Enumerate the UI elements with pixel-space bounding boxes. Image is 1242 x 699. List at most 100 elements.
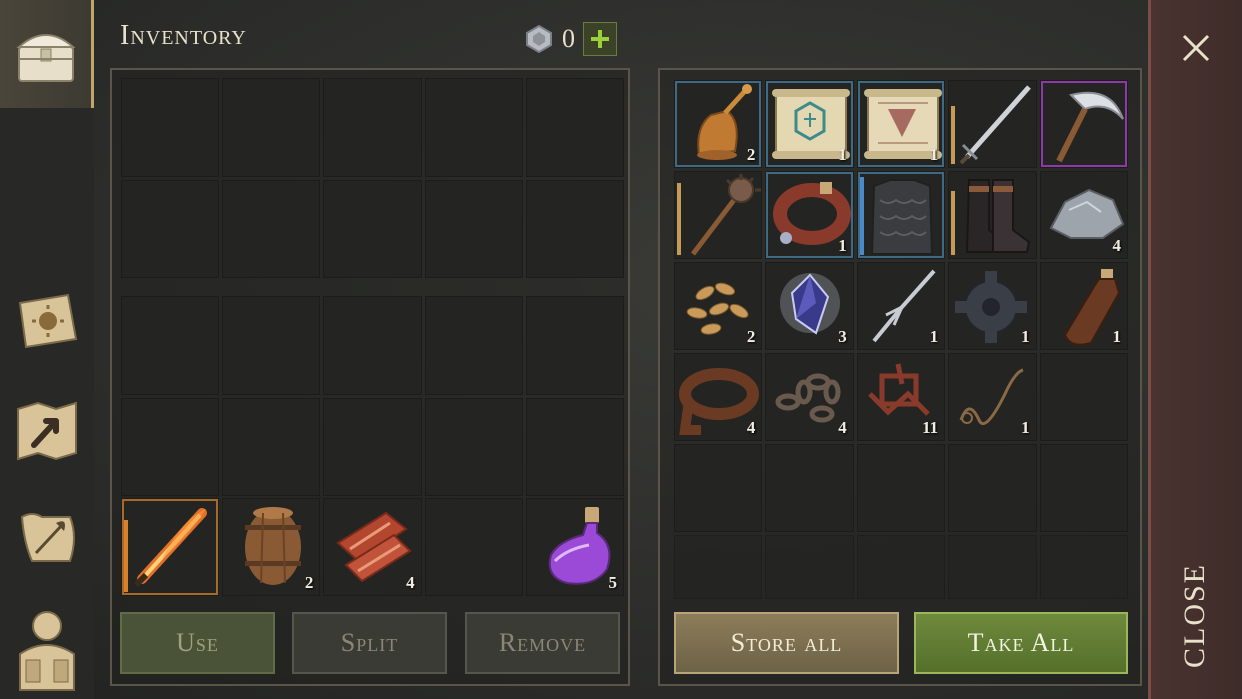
storage-slot[interactable] xyxy=(856,444,946,532)
inventory-slot[interactable] xyxy=(222,179,321,278)
inventory-slot[interactable] xyxy=(424,397,523,496)
storage-slot[interactable] xyxy=(765,444,854,532)
storage-slot[interactable] xyxy=(948,535,1037,599)
store-all-button[interactable]: Store all xyxy=(674,612,899,674)
storage-slot[interactable] xyxy=(765,535,854,599)
hotbar-slot[interactable] xyxy=(121,498,220,596)
inventory-slot[interactable] xyxy=(525,179,624,278)
item-quantity: 3 xyxy=(838,327,847,346)
item-quantity: 1 xyxy=(1021,418,1030,437)
storage-slot[interactable] xyxy=(674,444,763,532)
inventory-slot[interactable] xyxy=(323,397,422,496)
split-button[interactable]: Split xyxy=(292,612,447,674)
storage-slot[interactable]: 4 xyxy=(1039,171,1128,259)
coin-icon xyxy=(526,24,552,54)
inventory-slot[interactable] xyxy=(424,179,523,278)
inventory-slot[interactable] xyxy=(323,78,422,177)
hotbar-slot[interactable]: 2 xyxy=(222,498,321,596)
storage-slot[interactable]: 3 xyxy=(765,262,854,350)
storage-slot[interactable]: 4 xyxy=(674,353,763,441)
inventory-slot[interactable] xyxy=(222,78,321,177)
storage-slot[interactable] xyxy=(1039,353,1128,441)
inventory-slot[interactable] xyxy=(323,296,422,395)
storage-slot[interactable] xyxy=(856,171,946,259)
take-all-button[interactable]: Take All xyxy=(914,612,1128,674)
use-button[interactable]: Use xyxy=(120,612,275,674)
item-quantity: 1 xyxy=(929,327,939,346)
storage-slot[interactable] xyxy=(674,171,763,259)
hotbar-slot[interactable]: 5 xyxy=(525,498,624,596)
storage-slot[interactable] xyxy=(1039,444,1128,532)
storage-slot[interactable]: 1 xyxy=(765,171,854,259)
storage-slot[interactable] xyxy=(948,444,1037,532)
inventory-slot[interactable] xyxy=(424,78,523,177)
storage-slot[interactable]: 4 xyxy=(765,353,854,441)
item-quantity: 11 xyxy=(922,418,939,437)
remove-button[interactable]: Remove xyxy=(465,612,620,674)
scroll-quill-icon xyxy=(20,513,75,562)
nav-inventory-button[interactable] xyxy=(0,0,94,108)
map-arrow-icon xyxy=(17,401,77,461)
page-title: Inventory xyxy=(120,20,247,51)
inventory-slot[interactable] xyxy=(121,179,220,278)
durability-bar xyxy=(951,191,956,255)
inventory-slot[interactable] xyxy=(525,296,624,395)
nav-map-button[interactable] xyxy=(0,388,94,474)
storage-slot[interactable]: 11 xyxy=(856,353,946,441)
hotbar-slot[interactable] xyxy=(424,498,523,596)
item-quantity: 1 xyxy=(838,236,847,255)
inventory-slot[interactable] xyxy=(222,296,321,395)
storage-slot[interactable]: 1 xyxy=(856,80,946,168)
storage-slot[interactable] xyxy=(1039,535,1128,599)
sun-book-icon xyxy=(18,293,78,349)
item-quantity: 4 xyxy=(838,418,847,437)
storage-slot[interactable]: 2 xyxy=(674,262,763,350)
item-quantity: 4 xyxy=(746,418,756,437)
durability-bar xyxy=(677,183,681,255)
nav-sun-journal-button[interactable] xyxy=(0,278,94,364)
storage-slot[interactable] xyxy=(856,535,946,599)
item-quantity: 2 xyxy=(304,573,314,592)
storage-slot[interactable]: 1 xyxy=(1039,262,1128,350)
storage-slot[interactable] xyxy=(1039,80,1128,168)
add-currency-button[interactable] xyxy=(583,22,617,56)
item-quantity: 4 xyxy=(406,573,415,592)
item-quantity: 1 xyxy=(929,145,939,164)
storage-slot[interactable]: 1 xyxy=(948,262,1037,350)
inventory-slot[interactable] xyxy=(323,179,422,278)
nav-quests-button[interactable] xyxy=(0,496,94,582)
long-sword-icon xyxy=(959,85,1032,165)
close-label[interactable]: CLOSE xyxy=(1170,560,1220,670)
durability-bar xyxy=(124,520,128,592)
inventory-slot[interactable] xyxy=(424,296,523,395)
inventory-slot[interactable] xyxy=(121,296,220,395)
item-quantity: 1 xyxy=(838,145,847,164)
storage-grid-overflow xyxy=(674,535,1128,599)
storage-slot[interactable]: 1 xyxy=(856,262,946,350)
inventory-slot[interactable] xyxy=(121,78,220,177)
close-icon[interactable] xyxy=(1178,30,1214,66)
item-quantity: 2 xyxy=(746,327,756,346)
inventory-slot[interactable] xyxy=(525,78,624,177)
game-screen: Inventory 0 2 4 5 Use Split Remove 2 1 1… xyxy=(0,0,1242,699)
backpack-grid-bottom xyxy=(121,296,624,496)
inventory-slot[interactable] xyxy=(525,397,624,496)
storage-slot[interactable] xyxy=(948,80,1037,168)
flaming-sword-icon xyxy=(133,508,207,588)
hotbar-slot[interactable]: 4 xyxy=(323,498,422,596)
nav-character-button[interactable] xyxy=(0,598,94,699)
item-quantity: 2 xyxy=(746,145,756,164)
storage-slot[interactable]: 1 xyxy=(765,80,854,168)
inventory-slot[interactable] xyxy=(121,397,220,496)
inventory-slot[interactable] xyxy=(222,397,321,496)
storage-slot[interactable]: 2 xyxy=(674,80,763,168)
storage-slot[interactable]: 1 xyxy=(948,353,1037,441)
plus-icon xyxy=(591,30,609,48)
storage-slot[interactable] xyxy=(674,535,763,599)
item-quantity: 5 xyxy=(608,573,617,592)
mace-icon xyxy=(691,174,761,256)
durability-bar xyxy=(859,177,864,255)
item-quantity: 1 xyxy=(1021,327,1030,346)
storage-slot[interactable] xyxy=(948,171,1037,259)
leather-boots-icon xyxy=(966,179,1031,253)
